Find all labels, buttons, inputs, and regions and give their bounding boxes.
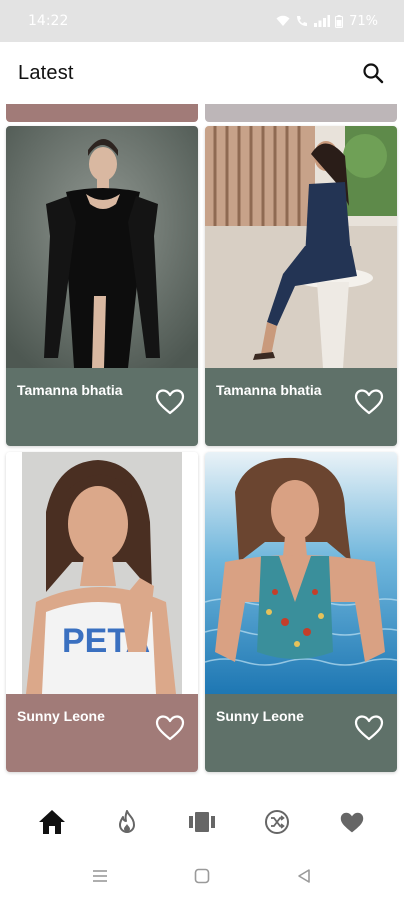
card-footer: Tamanna bhatia <box>205 368 397 446</box>
system-nav-bar <box>0 852 404 900</box>
status-bar: 14:22 71% <box>0 0 404 42</box>
card-footer: Sunny Leone <box>205 694 397 772</box>
home-square-icon <box>194 868 210 884</box>
card-image <box>205 452 397 694</box>
heart-outline-icon[interactable] <box>154 712 186 744</box>
nav-home[interactable] <box>32 802 72 842</box>
search-icon <box>363 63 384 84</box>
back-button[interactable] <box>292 864 316 888</box>
wifi-calling-icon <box>297 16 308 26</box>
status-right: 71% <box>276 14 378 29</box>
page-title: Latest <box>18 61 74 84</box>
photo-grid: Tamanna bhatia Tamanna bhatia PETA Sunny… <box>0 104 404 776</box>
card-photo[interactable] <box>205 452 397 694</box>
nav-carousel[interactable] <box>182 802 222 842</box>
app-bar: Latest <box>0 42 404 104</box>
signal-icon <box>314 15 331 27</box>
card-name: Sunny Leone <box>216 708 304 724</box>
card-name: Tamanna bhatia <box>17 382 123 398</box>
wifi-icon <box>276 15 290 26</box>
back-triangle-icon <box>298 869 310 883</box>
card-photo[interactable] <box>6 126 198 368</box>
home-icon <box>38 810 65 834</box>
nav-trending[interactable] <box>107 802 147 842</box>
partial-card-left[interactable] <box>6 104 198 122</box>
heart-outline-icon[interactable] <box>353 712 385 744</box>
system-home-button[interactable] <box>190 864 214 888</box>
status-icons <box>276 14 344 28</box>
photo-card[interactable]: Tamanna bhatia <box>6 126 198 446</box>
photo-card[interactable]: Tamanna bhatia <box>205 126 397 446</box>
heart-outline-icon[interactable] <box>353 386 385 418</box>
card-name: Sunny Leone <box>17 708 105 724</box>
recents-button[interactable] <box>88 864 112 888</box>
bottom-nav <box>0 792 404 852</box>
partial-card-right[interactable] <box>205 104 397 122</box>
photo-card[interactable]: Sunny Leone <box>205 452 397 772</box>
card-footer: Sunny Leone <box>6 694 198 772</box>
card-image <box>6 126 198 368</box>
card-footer: Tamanna bhatia <box>6 368 198 446</box>
battery-percent: 71% <box>349 13 378 29</box>
recents-icon <box>93 870 107 882</box>
card-image <box>205 126 397 368</box>
nav-favorites[interactable] <box>332 802 372 842</box>
card-photo[interactable]: PETA <box>6 452 198 694</box>
carousel-icon <box>188 812 215 832</box>
status-time: 14:22 <box>28 13 69 29</box>
nav-shuffle[interactable] <box>257 802 297 842</box>
shuffle-icon <box>265 810 290 834</box>
card-image: PETA <box>6 452 198 694</box>
fire-icon <box>118 810 135 833</box>
card-photo[interactable] <box>205 126 397 368</box>
photo-card[interactable]: PETA Sunny Leone <box>6 452 198 772</box>
battery-icon <box>335 14 344 28</box>
heart-outline-icon[interactable] <box>154 386 186 418</box>
card-name: Tamanna bhatia <box>216 382 322 398</box>
search-button[interactable] <box>358 58 388 88</box>
heart-icon <box>341 812 364 833</box>
